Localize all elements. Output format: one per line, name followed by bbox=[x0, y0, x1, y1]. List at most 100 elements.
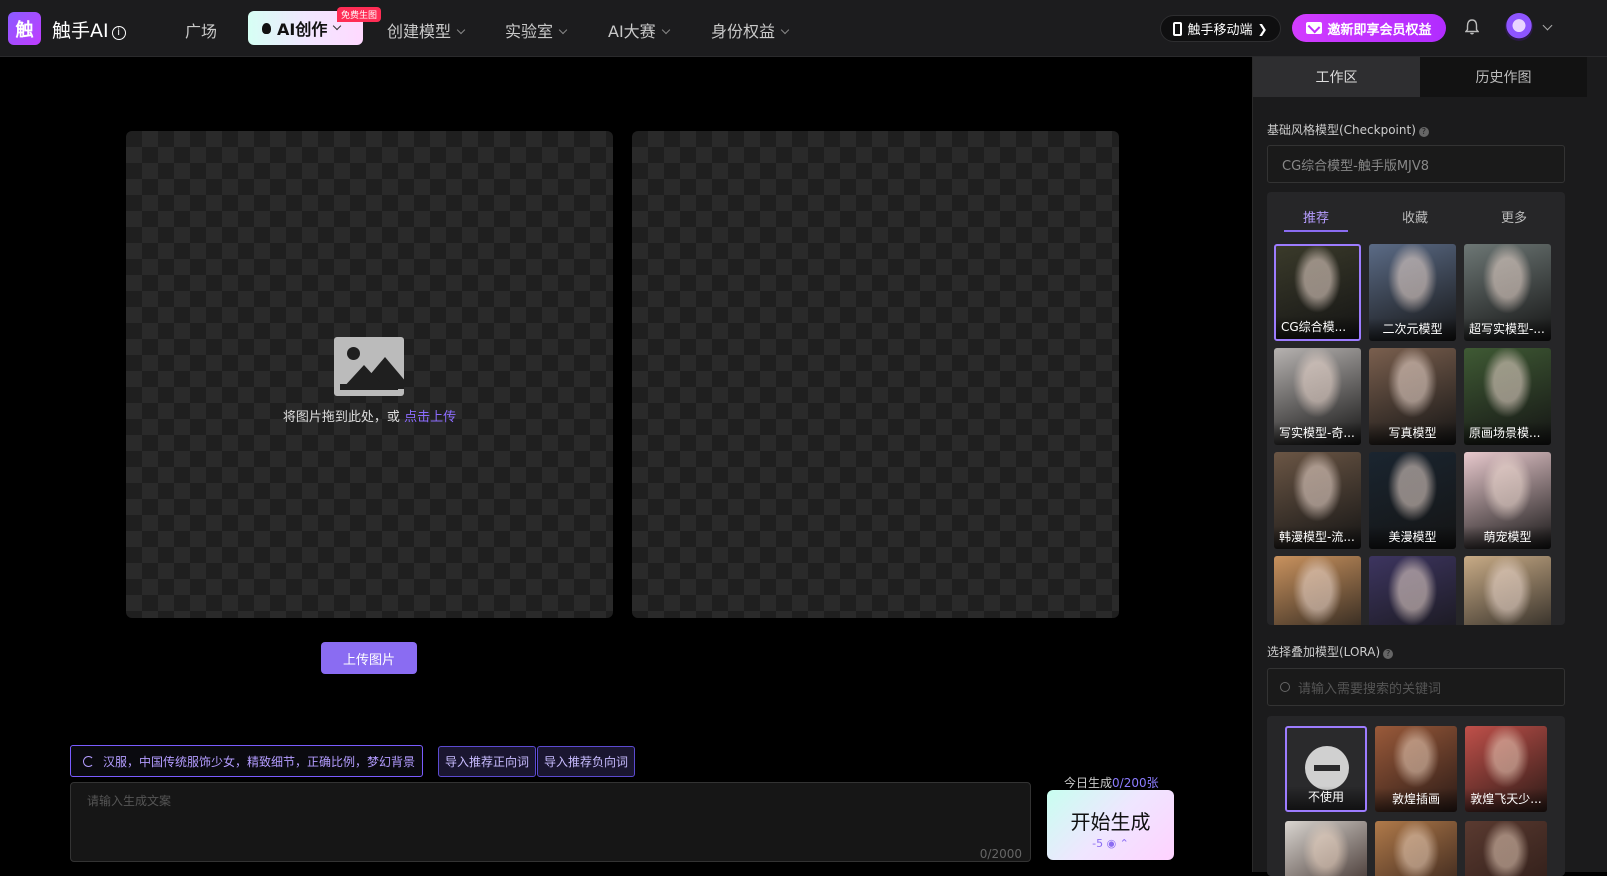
daily-generation-count: 今日生成0/200张 bbox=[1064, 774, 1159, 791]
active-tab-indicator bbox=[1284, 230, 1348, 232]
model-card[interactable]: CG综合模... bbox=[1274, 244, 1361, 341]
model-card-label: 原画场景模... bbox=[1464, 422, 1551, 445]
daily-label: 今日生成 bbox=[1064, 776, 1113, 790]
nav-plaza-label: 广场 bbox=[185, 22, 218, 41]
checkpoint-label: 基础风格模型(Checkpoint) bbox=[1267, 123, 1416, 137]
lora-browser: 不使用 敦煌插画 敦煌飞天少... bbox=[1267, 716, 1565, 876]
model-card[interactable]: 萌宠模型 bbox=[1464, 452, 1551, 549]
lora-card[interactable]: 敦煌飞天少... bbox=[1465, 726, 1547, 812]
image-placeholder-icon bbox=[334, 337, 404, 396]
invite-vip-button[interactable]: 邀新即享会员权益 bbox=[1292, 14, 1446, 42]
lora-section-label: 选择叠加模型(LORA)? bbox=[1267, 643, 1394, 660]
lora-card[interactable] bbox=[1465, 821, 1547, 876]
lora-card[interactable] bbox=[1375, 821, 1457, 876]
mail-icon bbox=[1306, 22, 1323, 34]
lora-card-label: 敦煌飞天少... bbox=[1465, 788, 1547, 812]
lora-card[interactable] bbox=[1285, 821, 1367, 876]
tab-workspace[interactable]: 工作区 bbox=[1253, 57, 1420, 97]
character-counter: 0/2000 bbox=[979, 847, 1022, 861]
dropzone-hint: 将图片拖到此处，或 bbox=[282, 410, 400, 425]
lora-card-label: 敦煌插画 bbox=[1375, 788, 1457, 812]
lora-none-option[interactable]: 不使用 bbox=[1285, 726, 1367, 812]
prompt-suggestion[interactable]: 汉服，中国传统服饰少女，精致细节，正确比例，梦幻背景 bbox=[70, 745, 423, 777]
chevron-down-icon bbox=[661, 25, 670, 35]
top-navigation-bar: 触 触手AI i 广场 AI创作 免费生图 创建模型 实验室 AI大赛 身份权益 … bbox=[0, 0, 1607, 57]
help-icon[interactable]: ? bbox=[1418, 127, 1429, 137]
nav-create-model[interactable]: 创建模型 bbox=[387, 18, 466, 42]
model-card[interactable]: 写实模型-奇... bbox=[1274, 348, 1361, 445]
no-entry-icon bbox=[1305, 746, 1349, 790]
chevron-up-icon[interactable]: ⌃ bbox=[1120, 837, 1129, 850]
help-icon[interactable]: ? bbox=[1383, 649, 1394, 659]
prompt-suggestion-text: 汉服，中国传统服饰少女，精致细节，正确比例，梦幻背景 bbox=[103, 754, 416, 769]
model-card-label: 美漫模型 bbox=[1369, 526, 1456, 549]
settings-panel: 工作区 历史作图 基础风格模型(Checkpoint)? CG综合模型-触手版M… bbox=[1252, 57, 1607, 876]
lora-search-input[interactable]: 请输入需要搜索的关键词 bbox=[1267, 668, 1565, 706]
refresh-icon[interactable] bbox=[83, 755, 94, 767]
tab-favorites[interactable]: 收藏 bbox=[1402, 207, 1428, 226]
model-card-label: CG综合模... bbox=[1276, 316, 1359, 339]
tab-history[interactable]: 历史作图 bbox=[1420, 57, 1587, 97]
click-upload-link[interactable]: 点击上传 bbox=[404, 410, 456, 425]
nav-create-model-label: 创建模型 bbox=[387, 22, 452, 41]
model-card[interactable]: 超写实模型-... bbox=[1464, 244, 1551, 341]
model-card[interactable] bbox=[1464, 556, 1551, 625]
mobile-app-label: 触手移动端 bbox=[1187, 23, 1253, 38]
model-card-label: 萌宠模型 bbox=[1464, 526, 1551, 549]
lightbulb-icon bbox=[262, 22, 271, 34]
nav-ai-contest[interactable]: AI大赛 bbox=[608, 18, 670, 42]
app-logo[interactable]: 触 bbox=[8, 12, 41, 45]
model-card[interactable]: 原画场景模... bbox=[1464, 348, 1551, 445]
model-browser: 推荐 收藏 更多 CG综合模... 二次元模型 超写实模型-... 写实模型-奇...… bbox=[1267, 192, 1565, 625]
coin-icon: ◉ bbox=[1106, 837, 1117, 850]
nav-membership-label: 身份权益 bbox=[711, 22, 776, 41]
chevron-down-icon[interactable] bbox=[1542, 20, 1553, 31]
bell-icon[interactable] bbox=[1465, 19, 1479, 35]
lora-label: 选择叠加模型(LORA) bbox=[1267, 645, 1381, 659]
model-card[interactable]: 写真模型 bbox=[1369, 348, 1456, 445]
start-generate-label: 开始生成 bbox=[1070, 810, 1151, 834]
model-card-label: 二次元模型 bbox=[1369, 318, 1456, 341]
chevron-down-icon bbox=[780, 25, 790, 35]
tab-recommended[interactable]: 推荐 bbox=[1303, 207, 1329, 226]
import-negative-prompt-button[interactable]: 导入推荐负向词 bbox=[537, 746, 635, 777]
free-generation-badge: 免费生图 bbox=[337, 7, 382, 22]
nav-lab-label: 实验室 bbox=[505, 22, 554, 41]
lora-card[interactable]: 敦煌插画 bbox=[1375, 726, 1457, 812]
model-card[interactable]: 韩漫模型-流... bbox=[1274, 452, 1361, 549]
prompt-textarea[interactable]: 请输入生成文案 0/2000 bbox=[70, 782, 1031, 862]
model-card-label: 写真模型 bbox=[1369, 422, 1456, 445]
search-icon bbox=[1280, 682, 1290, 692]
nav-lab[interactable]: 实验室 bbox=[505, 18, 568, 42]
import-positive-prompt-button[interactable]: 导入推荐正向词 bbox=[438, 746, 536, 777]
checkpoint-select[interactable]: CG综合模型-触手版MJV8 bbox=[1267, 145, 1565, 183]
brand-name[interactable]: 触手AI i bbox=[52, 16, 126, 43]
nav-membership[interactable]: 身份权益 bbox=[711, 18, 790, 42]
phone-icon bbox=[1173, 21, 1183, 36]
nav-ai-contest-label: AI大赛 bbox=[608, 22, 656, 41]
model-card-label: 韩漫模型-流... bbox=[1274, 526, 1361, 549]
checkpoint-section-label: 基础风格模型(Checkpoint)? bbox=[1267, 121, 1429, 138]
model-card[interactable]: 二次元模型 bbox=[1369, 244, 1456, 341]
info-icon[interactable]: i bbox=[111, 26, 126, 40]
generation-cost: -5 ◉ ⌃ bbox=[1047, 837, 1174, 850]
lora-card-label: 不使用 bbox=[1287, 786, 1365, 810]
upload-image-button[interactable]: 上传图片 bbox=[321, 642, 417, 674]
start-generate-button[interactable]: 开始生成 -5 ◉ ⌃ bbox=[1047, 790, 1174, 860]
model-card[interactable]: 美漫模型 bbox=[1369, 452, 1456, 549]
daily-count: 0/200张 bbox=[1112, 776, 1159, 790]
nav-plaza[interactable]: 广场 bbox=[185, 18, 217, 42]
brand-text: 触手AI bbox=[52, 20, 109, 42]
cost-value: -5 bbox=[1092, 837, 1104, 850]
tab-more[interactable]: 更多 bbox=[1501, 207, 1527, 226]
model-card-label: 写实模型-奇... bbox=[1274, 422, 1361, 445]
mobile-app-button[interactable]: 触手移动端 ❯ bbox=[1160, 15, 1281, 42]
invite-vip-label: 邀新即享会员权益 bbox=[1327, 22, 1432, 38]
lora-search-placeholder: 请输入需要搜索的关键词 bbox=[1298, 681, 1442, 697]
model-card[interactable] bbox=[1369, 556, 1456, 625]
model-card-label: 超写实模型-... bbox=[1464, 318, 1551, 341]
chevron-right-icon: ❯ bbox=[1257, 21, 1268, 36]
model-card[interactable] bbox=[1274, 556, 1361, 625]
user-avatar[interactable] bbox=[1505, 13, 1533, 41]
upload-dropzone[interactable]: 将图片拖到此处，或 点击上传 bbox=[126, 131, 613, 618]
